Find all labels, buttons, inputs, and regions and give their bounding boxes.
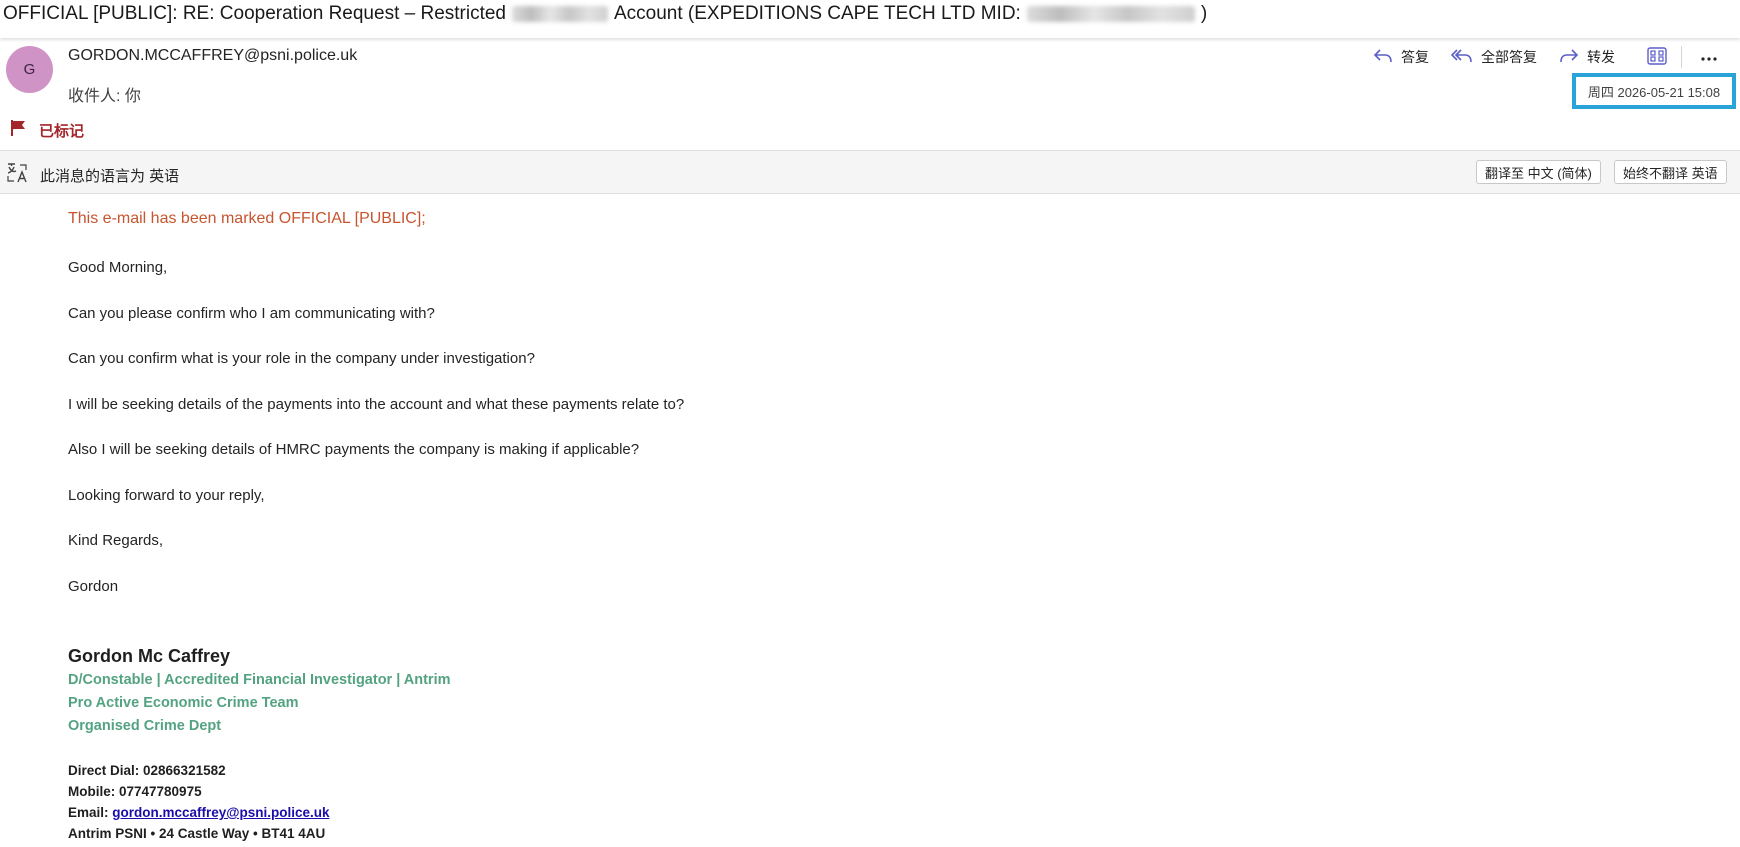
view-options-button[interactable]	[1647, 46, 1675, 68]
avatar-initial: G	[23, 61, 36, 78]
reply-button[interactable]: 答复	[1373, 47, 1429, 67]
signature-address: Antrim PSNI • 24 Castle Way • BT41 4AU	[68, 826, 326, 841]
reply-icon	[1373, 48, 1401, 67]
forward-button[interactable]: 转发	[1559, 47, 1615, 67]
message-date: 周四 2026-05-21 15:08	[1572, 73, 1736, 109]
signature-email-line: Email: gordon.mccaffrey@psni.police.uk	[68, 805, 330, 820]
translate-icon	[6, 162, 30, 188]
recipient-value: 你	[124, 88, 141, 105]
body-paragraph: Looking forward to your reply,	[68, 487, 265, 504]
recipient-label: 收件人:	[68, 88, 121, 105]
flag-icon	[9, 119, 27, 142]
forward-label: 转发	[1587, 49, 1615, 65]
signature-email-link[interactable]: gordon.mccaffrey@psni.police.uk	[112, 805, 329, 820]
subject-prefix: OFFICIAL [PUBLIC]: RE: Cooperation Reque…	[3, 3, 506, 24]
body-paragraph: Good Morning,	[68, 259, 168, 276]
reply-all-label: 全部答复	[1481, 49, 1537, 65]
subject-suffix: )	[1200, 3, 1208, 24]
flag-status[interactable]: 已标记	[9, 119, 84, 142]
signature-title: D/Constable | Accredited Financial Inves…	[68, 672, 451, 688]
signature-mobile: Mobile: 07747780975	[68, 784, 202, 799]
reply-all-icon	[1450, 48, 1481, 67]
signature-email-label: Email:	[68, 805, 109, 820]
forward-icon	[1559, 48, 1587, 67]
more-actions-button[interactable]	[1700, 49, 1726, 65]
reply-all-button[interactable]: 全部答复	[1450, 47, 1537, 67]
email-subject: OFFICIAL [PUBLIC]: RE: Cooperation Reque…	[3, 3, 1207, 25]
body-paragraph: Also I will be seeking details of HMRC p…	[68, 441, 640, 458]
more-icon	[1700, 49, 1726, 65]
language-note: 此消息的语言为 英语	[6, 162, 179, 188]
redacted-text	[1026, 6, 1195, 22]
subject-bar: OFFICIAL [PUBLIC]: RE: Cooperation Reque…	[0, 0, 1740, 38]
translation-bar: 此消息的语言为 英语 翻译至 中文 (简体) 始终不翻译 英语	[0, 150, 1740, 194]
reply-label: 答复	[1401, 49, 1429, 65]
language-note-text: 此消息的语言为 英语	[40, 167, 180, 185]
body-paragraph: I will be seeking details of the payment…	[68, 396, 685, 413]
body-paragraph: Gordon	[68, 578, 119, 595]
toolbar-divider	[1681, 46, 1682, 68]
body-paragraph: Kind Regards,	[68, 532, 164, 549]
signature-dept: Organised Crime Dept	[68, 718, 222, 734]
subject-middle: Account (EXPEDITIONS CAPE TECH LTD MID:	[614, 3, 1021, 24]
flag-label: 已标记	[39, 123, 85, 140]
sender-email[interactable]: GORDON.MCCAFFREY@psni.police.uk	[68, 47, 357, 65]
body-paragraph: Can you please confirm who I am communic…	[68, 305, 435, 322]
recipient-line: 收件人: 你	[68, 82, 141, 106]
translate-button[interactable]: 翻译至 中文 (简体)	[1476, 160, 1601, 184]
sender-avatar[interactable]: G	[6, 46, 53, 93]
classification-marking: This e-mail has been marked OFFICIAL [PU…	[68, 210, 426, 227]
body-paragraph: Can you confirm what is your role in the…	[68, 350, 535, 367]
signature-direct-dial: Direct Dial: 02866321582	[68, 763, 226, 778]
never-translate-button[interactable]: 始终不翻译 英语	[1614, 160, 1727, 184]
signature-name: Gordon Mc Caffrey	[68, 646, 231, 666]
message-actions: 答复 全部答复 转发	[1351, 46, 1726, 68]
signature-team: Pro Active Economic Crime Team	[68, 695, 299, 711]
grid-view-icon	[1647, 46, 1675, 68]
redacted-text	[512, 6, 608, 22]
